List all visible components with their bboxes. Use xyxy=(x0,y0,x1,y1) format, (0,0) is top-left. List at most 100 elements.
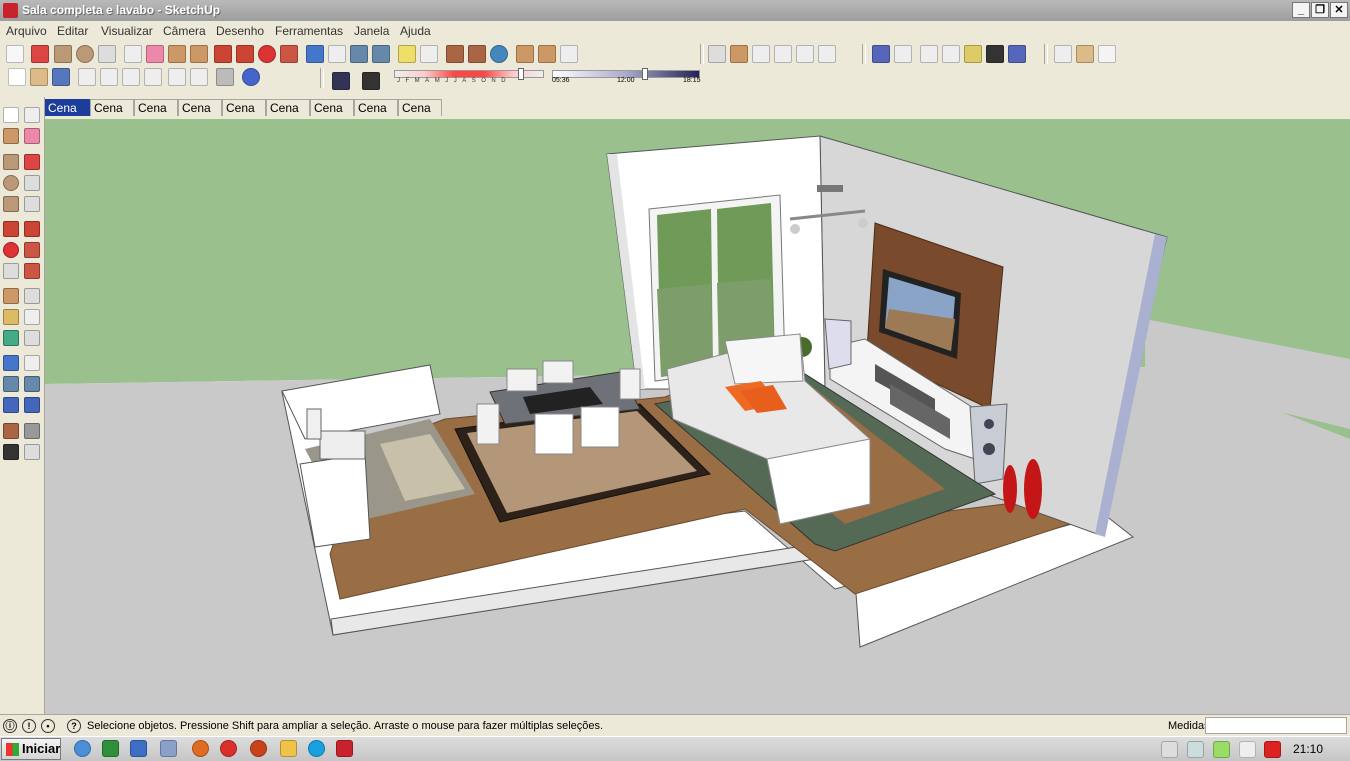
app-icon[interactable] xyxy=(192,740,209,757)
menu-ajuda[interactable]: Ajuda xyxy=(400,24,431,38)
position-camera-icon[interactable] xyxy=(3,423,19,439)
tab-cena-8[interactable]: Cena 8 xyxy=(354,99,398,132)
section-plane-icon[interactable] xyxy=(1054,45,1072,63)
eraser-tool-icon[interactable] xyxy=(24,128,40,144)
look-around-icon[interactable] xyxy=(24,423,40,439)
left-view-icon[interactable] xyxy=(818,45,836,63)
section-display-icon[interactable] xyxy=(1076,45,1094,63)
minimize-button[interactable]: _ xyxy=(1292,2,1310,18)
word-icon[interactable] xyxy=(130,740,147,757)
freehand-tool-icon[interactable] xyxy=(24,196,40,212)
tab-cena-4[interactable]: Cena 4 xyxy=(178,99,222,132)
position-camera-icon[interactable] xyxy=(446,45,464,63)
polygon-tool-icon[interactable] xyxy=(3,196,19,212)
make-component-icon[interactable] xyxy=(24,107,40,123)
antivirus-icon[interactable] xyxy=(1264,741,1281,758)
new-file-icon[interactable] xyxy=(8,68,26,86)
time-slider-handle[interactable] xyxy=(642,68,648,80)
menu-camera[interactable]: Câmera xyxy=(163,24,206,38)
model-info-icon[interactable] xyxy=(242,68,260,86)
walk-tool-icon[interactable] xyxy=(468,45,486,63)
help-icon[interactable]: ? xyxy=(67,719,81,733)
zoom-window-icon[interactable] xyxy=(24,376,40,392)
print-icon[interactable] xyxy=(216,68,234,86)
zoom-extents-icon[interactable] xyxy=(372,45,390,63)
shadow-settings-icon[interactable] xyxy=(362,72,380,90)
save-file-icon[interactable] xyxy=(52,68,70,86)
share-component-icon[interactable] xyxy=(560,45,578,63)
zoom-tool-icon[interactable] xyxy=(3,376,19,392)
axes-tool-icon[interactable] xyxy=(3,330,19,346)
credits-icon[interactable]: ! xyxy=(22,719,36,733)
tape-measure-icon[interactable] xyxy=(168,45,186,63)
scale-tool-icon[interactable] xyxy=(3,263,19,279)
tab-cena-7[interactable]: Cena 7 xyxy=(310,99,354,132)
textured-style-icon[interactable] xyxy=(964,45,982,63)
circle-tool-icon[interactable] xyxy=(76,45,94,63)
menu-arquivo[interactable]: Arquivo xyxy=(6,24,47,38)
orbit-tool-icon[interactable] xyxy=(306,45,324,63)
move-tool-icon[interactable] xyxy=(236,45,254,63)
front-view-icon[interactable] xyxy=(752,45,770,63)
start-button[interactable]: Iniciar xyxy=(1,738,61,760)
get-models-icon[interactable] xyxy=(516,45,534,63)
open-file-icon[interactable] xyxy=(30,68,48,86)
tape-measure-icon[interactable] xyxy=(3,288,19,304)
menu-ferramentas[interactable]: Ferramentas xyxy=(275,24,343,38)
ie-icon[interactable] xyxy=(74,740,91,757)
dimension-tool-icon[interactable] xyxy=(24,288,40,304)
arc-tool-icon[interactable] xyxy=(24,175,40,191)
top-view-icon[interactable] xyxy=(730,45,748,63)
paint-bucket-icon[interactable] xyxy=(190,45,208,63)
look-around-icon[interactable] xyxy=(490,45,508,63)
tab-cena-1[interactable]: Cena 1 xyxy=(44,99,90,132)
previous-view-icon[interactable] xyxy=(398,45,416,63)
tab-cena-3[interactable]: Cena 3 xyxy=(134,99,178,132)
menu-janela[interactable]: Janela xyxy=(354,24,389,38)
share-model-icon[interactable] xyxy=(538,45,556,63)
paint-bucket-icon[interactable] xyxy=(3,128,19,144)
select-tool-icon[interactable] xyxy=(3,107,19,123)
folder-icon[interactable] xyxy=(280,740,297,757)
volume-icon[interactable] xyxy=(1161,741,1178,758)
make-component-icon[interactable] xyxy=(124,45,142,63)
shadows-toggle-icon[interactable] xyxy=(332,72,350,90)
app-icon[interactable] xyxy=(160,740,177,757)
previous-view-icon[interactable] xyxy=(24,397,40,413)
orbit-tool-icon[interactable] xyxy=(3,355,19,371)
tab-cena-6[interactable]: Cena 6 xyxy=(266,99,310,132)
arc-tool-icon[interactable] xyxy=(98,45,116,63)
copy-icon[interactable] xyxy=(100,68,118,86)
hidden-line-style-icon[interactable] xyxy=(920,45,938,63)
tab-cena-2[interactable]: Cena 2 xyxy=(90,99,134,132)
offset-tool-icon[interactable] xyxy=(24,263,40,279)
zoom-tool-icon[interactable] xyxy=(350,45,368,63)
eraser-tool-icon[interactable] xyxy=(146,45,164,63)
section-plane-icon[interactable] xyxy=(24,444,40,460)
skype-icon[interactable] xyxy=(308,740,325,757)
wireframe-style-icon[interactable] xyxy=(894,45,912,63)
rotate-tool-icon[interactable] xyxy=(258,45,276,63)
circle-tool-icon[interactable] xyxy=(3,175,19,191)
redo-icon[interactable] xyxy=(190,68,208,86)
menu-desenho[interactable]: Desenho xyxy=(216,24,264,38)
rotate-tool-icon[interactable] xyxy=(3,242,19,258)
close-button[interactable]: ✕ xyxy=(1330,2,1348,18)
rectangle-tool-icon[interactable] xyxy=(3,154,19,170)
paste-icon[interactable] xyxy=(122,68,140,86)
menu-visualizar[interactable]: Visualizar xyxy=(101,24,153,38)
month-slider-handle[interactable] xyxy=(518,68,524,80)
line-tool-icon[interactable] xyxy=(31,45,49,63)
tab-cena-9[interactable]: Cena 9 xyxy=(398,99,442,132)
section-cut-icon[interactable] xyxy=(1098,45,1116,63)
cut-icon[interactable] xyxy=(78,68,96,86)
pan-tool-icon[interactable] xyxy=(24,355,40,371)
text-tool-icon[interactable] xyxy=(24,309,40,325)
geo-location-icon[interactable]: ⓘ xyxy=(3,719,17,733)
undo-icon[interactable] xyxy=(168,68,186,86)
rectangle-tool-icon[interactable] xyxy=(54,45,72,63)
zoom-extents-icon[interactable] xyxy=(3,397,19,413)
model-viewport[interactable] xyxy=(45,119,1350,714)
push-pull-icon[interactable] xyxy=(214,45,232,63)
line-tool-icon[interactable] xyxy=(24,154,40,170)
